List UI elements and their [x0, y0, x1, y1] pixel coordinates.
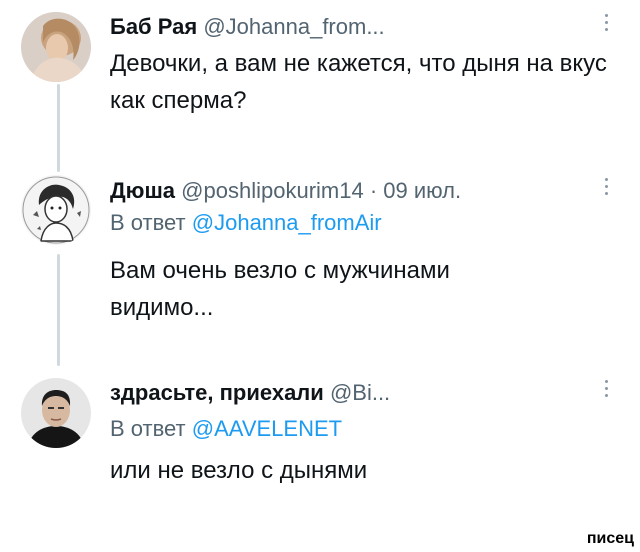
tweet-text: или не везло с дынями	[110, 457, 368, 484]
thread-line-1	[57, 84, 60, 172]
tweet-text: Девочки, а вам не кажется, что дыня на в…	[110, 50, 607, 114]
display-name[interactable]: Баб Рая	[110, 14, 197, 39]
tweet-text: Вам очень везло с мужчинами видимо...	[110, 257, 450, 321]
reply-prefix: В ответ	[110, 416, 186, 441]
username-handle[interactable]: @Bi...	[330, 380, 390, 405]
username-handle-and-date[interactable]: @poshlipokurim14 · 09 июл.	[181, 178, 461, 203]
tweet-header: Дюша @poshlipokurim14 · 09 июл.	[110, 178, 461, 204]
tweet-header: здрасьте, приехали @Bi...	[110, 380, 390, 406]
reply-prefix: В ответ	[110, 210, 186, 235]
reply-mention-link[interactable]: @Johanna_fromAir	[192, 210, 382, 235]
thread-line-2	[57, 254, 60, 366]
avatar[interactable]	[21, 12, 91, 82]
more-options-icon[interactable]	[604, 14, 608, 31]
more-options-icon[interactable]	[604, 178, 608, 195]
more-options-icon[interactable]	[604, 380, 608, 397]
reply-context: В ответ @AAVELENET	[110, 416, 342, 442]
tweet-header: Баб Рая @Johanna_from...	[110, 14, 385, 40]
avatar[interactable]	[21, 175, 91, 245]
reply-context: В ответ @Johanna_fromAir	[110, 210, 382, 236]
watermark: писец	[586, 530, 634, 547]
reply-mention-link[interactable]: @AAVELENET	[192, 416, 342, 441]
display-name[interactable]: здрасьте, приехали	[110, 380, 324, 405]
username-handle[interactable]: @Johanna_from...	[203, 14, 384, 39]
avatar[interactable]	[21, 378, 91, 448]
display-name[interactable]: Дюша	[110, 178, 175, 203]
